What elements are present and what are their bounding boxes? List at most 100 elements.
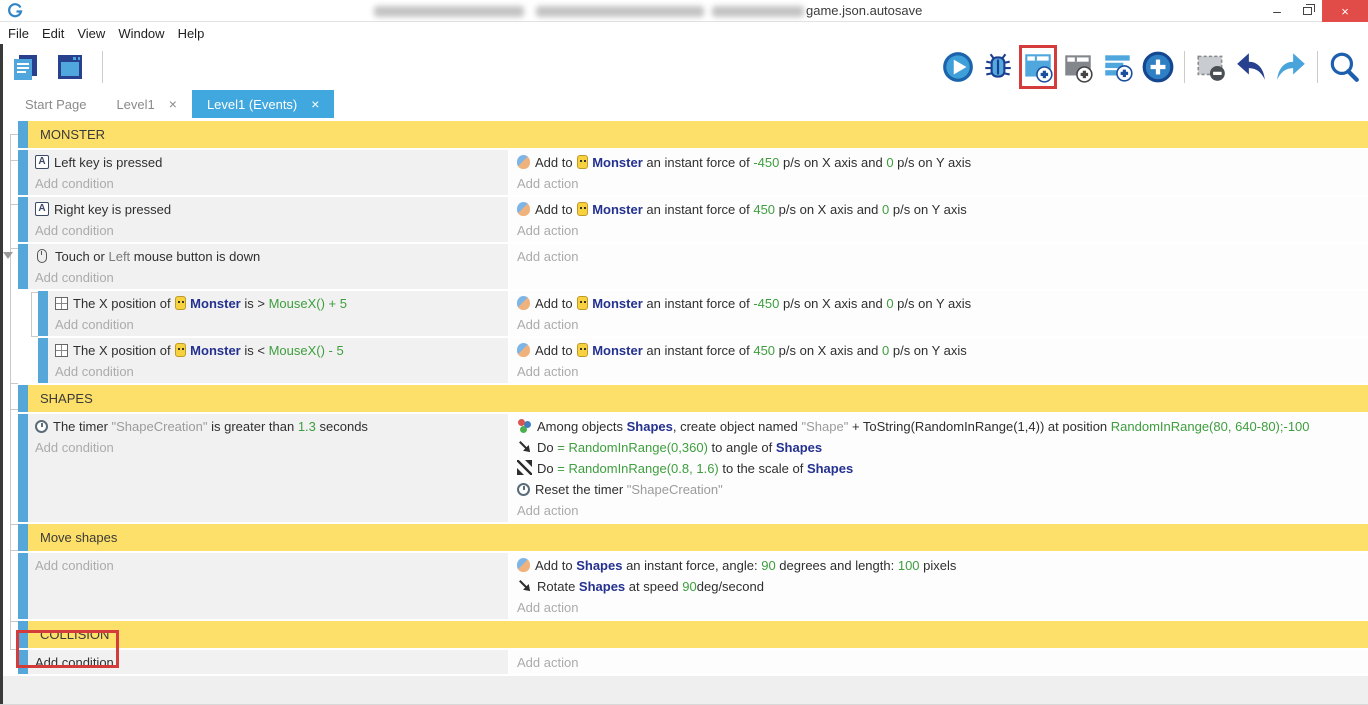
- add-action-button[interactable]: Add action: [517, 500, 1368, 521]
- menu-file[interactable]: File: [8, 26, 40, 41]
- angle-icon: [517, 439, 532, 454]
- condition[interactable]: Touch or Left mouse button is down: [35, 246, 508, 267]
- event-selection-bar[interactable]: [38, 291, 48, 336]
- redacted-path-block: [536, 6, 704, 17]
- add-condition-button[interactable]: Add condition: [35, 555, 508, 576]
- condition-text: Left key is pressed: [54, 155, 162, 170]
- tab-level1-events[interactable]: Level1 (Events) ×: [192, 90, 335, 118]
- minimize-button[interactable]: –: [1262, 0, 1292, 22]
- tab-label: Start Page: [25, 97, 86, 112]
- group-header-collision[interactable]: COLLISION: [28, 621, 1368, 648]
- action[interactable]: Rotate Shapes at speed 90deg/second: [517, 576, 1368, 597]
- action-text: Among objects Shapes, create object name…: [537, 419, 1310, 434]
- close-button[interactable]: ×: [1322, 0, 1368, 22]
- condition-text: Right key is pressed: [54, 202, 171, 217]
- add-action-button[interactable]: Add action: [517, 361, 1368, 382]
- event-selection-bar[interactable]: [18, 524, 28, 551]
- menu-view[interactable]: View: [77, 26, 116, 41]
- conditions-cell: The timer "ShapeCreation" is greater tha…: [28, 414, 510, 522]
- add-condition-button[interactable]: Add condition: [55, 361, 508, 382]
- action-text: Add to Monster an instant force of 450 p…: [535, 343, 967, 358]
- condition[interactable]: The X position of Monster is > MouseX() …: [55, 293, 508, 314]
- action[interactable]: Add to Monster an instant force of -450 …: [517, 152, 1368, 173]
- conditions-cell: The X position of Monster is > MouseX() …: [48, 291, 510, 336]
- action-text: Rotate Shapes at speed 90deg/second: [537, 579, 764, 594]
- add-condition-button[interactable]: Add condition: [55, 314, 508, 335]
- force-icon: [517, 558, 530, 572]
- group-header-monster[interactable]: MONSTER: [28, 121, 1368, 148]
- event-selection-bar[interactable]: [18, 621, 28, 648]
- event-selection-bar[interactable]: [18, 244, 28, 289]
- condition-text: The timer "ShapeCreation" is greater tha…: [53, 419, 368, 434]
- action[interactable]: Among objects Shapes, create object name…: [517, 416, 1368, 437]
- scene-editor-button[interactable]: [52, 46, 88, 88]
- tab-label: Level1: [116, 97, 154, 112]
- tab-label: Level1 (Events): [207, 97, 297, 112]
- group-header-move-shapes[interactable]: Move shapes: [28, 524, 1368, 551]
- menu-edit[interactable]: Edit: [42, 26, 75, 41]
- force-icon: [517, 343, 530, 357]
- mouse-icon: [37, 249, 47, 263]
- event-group-row: COLLISION: [0, 621, 1368, 648]
- play-button[interactable]: [940, 46, 976, 88]
- condition[interactable]: The X position of Monster is < MouseX() …: [55, 340, 508, 361]
- position-icon: [55, 344, 68, 357]
- add-condition-button[interactable]: Add condition: [35, 173, 508, 194]
- add-event-button[interactable]: [1020, 46, 1056, 88]
- add-action-button[interactable]: Add action: [517, 173, 1368, 194]
- conditions-cell: Left key is pressed Add condition: [28, 150, 510, 195]
- keyboard-icon: [35, 202, 49, 216]
- add-condition-button[interactable]: Add condition: [35, 267, 508, 288]
- event-selection-bar[interactable]: [18, 197, 28, 242]
- close-tab-icon[interactable]: ×: [311, 96, 319, 112]
- restore-button[interactable]: [1292, 0, 1322, 22]
- conditions-cell: Right key is pressed Add condition: [28, 197, 510, 242]
- add-action-button[interactable]: Add action: [517, 220, 1368, 241]
- project-manager-button[interactable]: [8, 46, 44, 88]
- event-selection-bar[interactable]: [18, 414, 28, 522]
- search-button[interactable]: [1326, 46, 1362, 88]
- action[interactable]: Add to Shapes an instant force, angle: 9…: [517, 555, 1368, 576]
- debug-button[interactable]: [980, 46, 1016, 88]
- event-selection-bar[interactable]: [18, 553, 28, 619]
- add-comment-button[interactable]: [1100, 46, 1136, 88]
- event-selection-bar[interactable]: [18, 150, 28, 195]
- group-header-shapes[interactable]: SHAPES: [28, 385, 1368, 412]
- menu-window[interactable]: Window: [118, 26, 175, 41]
- condition[interactable]: The timer "ShapeCreation" is greater tha…: [35, 416, 508, 437]
- action[interactable]: Reset the timer "ShapeCreation": [517, 479, 1368, 500]
- condition[interactable]: Right key is pressed: [35, 199, 508, 220]
- action[interactable]: Do = RandomInRange(0,360) to angle of Sh…: [517, 437, 1368, 458]
- add-condition-button[interactable]: Add condition: [35, 437, 508, 458]
- actions-cell: Add action: [510, 650, 1368, 674]
- tab-bar: Start Page Level1 × Level1 (Events) ×: [0, 90, 1368, 118]
- action[interactable]: Add to Monster an instant force of -450 …: [517, 293, 1368, 314]
- event-selection-bar[interactable]: [38, 338, 48, 383]
- add-other-button[interactable]: [1140, 46, 1176, 88]
- event-selection-bar[interactable]: [18, 121, 28, 148]
- undo-button[interactable]: [1233, 46, 1269, 88]
- action[interactable]: Do = RandomInRange(0.8, 1.6) to the scal…: [517, 458, 1368, 479]
- tab-level1[interactable]: Level1 ×: [101, 90, 192, 118]
- delete-event-button[interactable]: [1193, 46, 1229, 88]
- condition-text: Touch or Left mouse button is down: [55, 249, 260, 264]
- action[interactable]: Add to Monster an instant force of 450 p…: [517, 340, 1368, 361]
- condition-text: The X position of Monster is < MouseX() …: [73, 343, 344, 358]
- condition[interactable]: Left key is pressed: [35, 152, 508, 173]
- event-row: Right key is pressed Add condition Add t…: [0, 197, 1368, 242]
- add-action-button[interactable]: Add action: [517, 597, 1368, 618]
- scale-icon: [517, 460, 532, 475]
- tab-start-page[interactable]: Start Page: [10, 90, 101, 118]
- event-selection-bar[interactable]: [18, 650, 28, 674]
- redo-button[interactable]: [1273, 46, 1309, 88]
- add-condition-button[interactable]: Add condition: [35, 220, 508, 241]
- add-action-button[interactable]: Add action: [517, 314, 1368, 335]
- event-selection-bar[interactable]: [18, 385, 28, 412]
- add-condition-button[interactable]: Add condition: [35, 652, 508, 673]
- menu-help[interactable]: Help: [178, 26, 216, 41]
- action[interactable]: Add to Monster an instant force of 450 p…: [517, 199, 1368, 220]
- add-sub-event-button[interactable]: [1060, 46, 1096, 88]
- add-action-button[interactable]: Add action: [517, 246, 1368, 267]
- add-action-button[interactable]: Add action: [517, 652, 1368, 673]
- close-tab-icon[interactable]: ×: [169, 96, 177, 112]
